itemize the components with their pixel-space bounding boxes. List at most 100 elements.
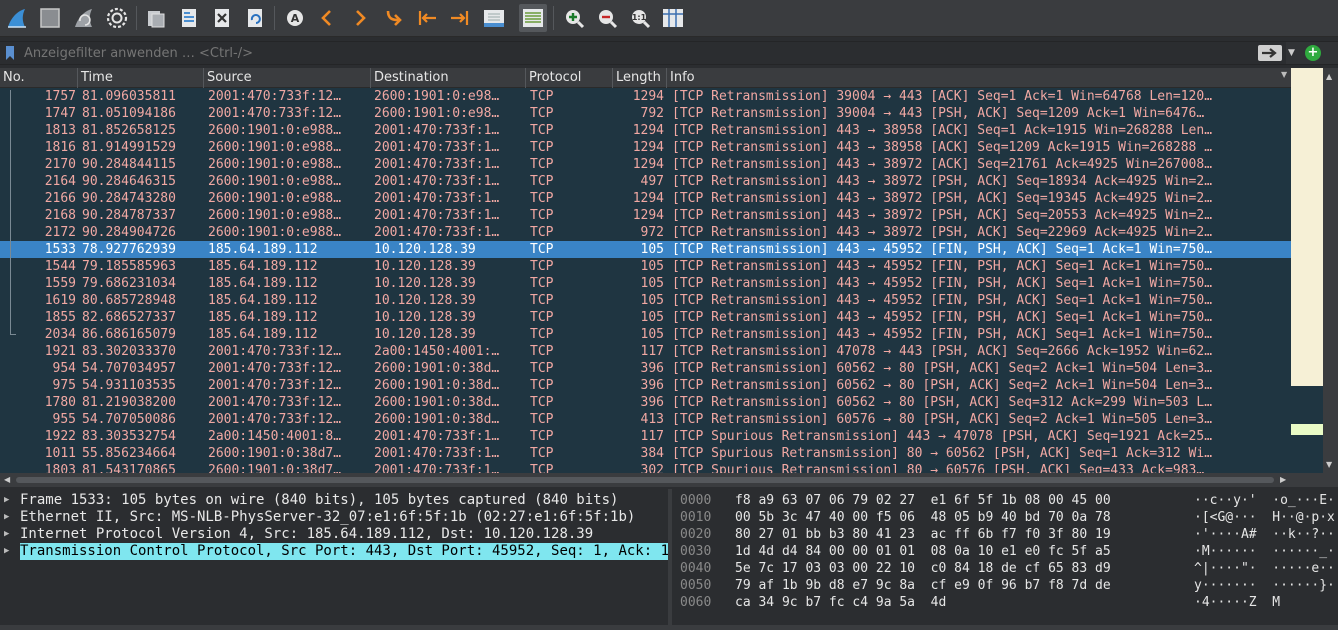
packet-length-cell: 105	[640, 293, 664, 308]
packet-row[interactable]: 2170 90.284844115 2600:1901:0:e988… 2001:47…	[0, 156, 1291, 173]
details-tree-item[interactable]: ▶ Internet Protocol Version 4, Src: 185.6…	[0, 526, 668, 543]
column-header-source[interactable]: Source	[204, 68, 371, 88]
packet-no-cell: 1813	[44, 123, 76, 138]
expand-arrow-icon[interactable]: ▶	[4, 509, 16, 526]
packet-time-cell: 90.284743280	[82, 191, 176, 206]
packet-row[interactable]: 1757 81.096035811 2001:470:733f:12… 2600:19…	[0, 88, 1291, 105]
packet-row[interactable]: 954 54.707034957 2001:470:733f:12… 2600:190…	[0, 360, 1291, 377]
restart-icon[interactable]	[70, 4, 98, 32]
scroll-up-icon[interactable]: ▲	[1326, 72, 1332, 81]
expand-arrow-icon[interactable]: ▶	[4, 526, 16, 543]
zoom-out-icon[interactable]	[593, 4, 621, 32]
stop-icon[interactable]	[36, 4, 64, 32]
packet-row[interactable]: 2166 90.284743280 2600:1901:0:e988… 2001:47…	[0, 190, 1291, 207]
packet-no-cell: 1922	[44, 429, 76, 444]
packet-row[interactable]: 2168 90.284787337 2600:1901:0:e988… 2001:47…	[0, 207, 1291, 224]
packet-row[interactable]: 1803 81.543170865 2600:1901:0:38d7… 2001:47…	[0, 462, 1291, 473]
packet-no-cell: 1559	[44, 276, 76, 291]
packet-source-cell: 2600:1901:0:38d7…	[208, 463, 342, 473]
packet-row[interactable]: 955 54.707050086 2001:470:733f:12… 2600:190…	[0, 411, 1291, 428]
packet-length-cell: 972	[640, 225, 664, 240]
packet-row[interactable]: 1816 81.914991529 2600:1901:0:e988… 2001:47…	[0, 139, 1291, 156]
colorize-icon[interactable]	[519, 4, 547, 32]
display-filter-input[interactable]	[0, 42, 1286, 64]
packet-row[interactable]: 1619 80.685728948 185.64.189.112 10.120.128…	[0, 292, 1291, 309]
apply-filter-button[interactable]	[1258, 45, 1282, 61]
find-icon[interactable]: A	[281, 4, 309, 32]
packet-row[interactable]: 1922 83.303532754 2a00:1450:4001:8… 2001:47…	[0, 428, 1291, 445]
open-folder-icon[interactable]	[142, 4, 170, 32]
resize-columns-icon[interactable]	[659, 4, 687, 32]
bytes-row[interactable]: 0050 79 af 1b 9b d8 e7 9c 8a cf e9 0f 96 …	[672, 577, 1338, 594]
close-file-icon[interactable]	[208, 4, 236, 32]
chevron-down-icon[interactable]: ▼	[1288, 46, 1300, 60]
column-header-no[interactable]: No.	[0, 68, 78, 88]
packet-time-cell: 80.685728948	[82, 293, 176, 308]
packet-length-cell: 117	[640, 429, 664, 444]
options-gear-icon[interactable]	[103, 4, 131, 32]
first-packet-icon[interactable]	[413, 4, 441, 32]
back-arrow-icon[interactable]	[313, 4, 341, 32]
horizontal-scrollbar[interactable]: ◀ ▶	[0, 473, 1338, 487]
packet-row[interactable]: 1559 79.686231034 185.64.189.112 10.120.128…	[0, 275, 1291, 292]
packet-row[interactable]: 2164 90.284646315 2600:1901:0:e988… 2001:47…	[0, 173, 1291, 190]
bytes-row[interactable]: 0060 ca 34 9c b7 fc c4 9a 5a 4d ·4·····Z M	[672, 594, 1338, 611]
column-header-destination[interactable]: Destination	[371, 68, 526, 88]
packet-row[interactable]: 1921 83.302033370 2001:470:733f:12… 2a00:14…	[0, 343, 1291, 360]
packet-protocol-cell: TCP	[530, 310, 554, 325]
packet-time-cell: 81.852658125	[82, 123, 176, 138]
expand-arrow-icon[interactable]: ▶	[4, 543, 16, 560]
reload-icon[interactable]	[241, 4, 269, 32]
expand-arrow-icon[interactable]: ▶	[4, 492, 16, 509]
details-tree-item[interactable]: ▶ Ethernet II, Src: MS-NLB-PhysServer-32_…	[0, 509, 668, 526]
bookmark-icon[interactable]	[6, 46, 14, 60]
packet-row[interactable]: 1533 78.927762939 185.64.189.112 10.120.128…	[0, 241, 1291, 258]
autoscroll-icon[interactable]	[480, 4, 508, 32]
packet-row[interactable]: 975 54.931103535 2001:470:733f:12… 2600:190…	[0, 377, 1291, 394]
packet-row[interactable]: 1780 81.219038200 2001:470:733f:12… 2600:19…	[0, 394, 1291, 411]
packet-minimap[interactable]	[1291, 68, 1323, 473]
last-packet-icon[interactable]	[446, 4, 474, 32]
add-filter-button[interactable]: +	[1305, 45, 1321, 61]
details-tree-item[interactable]: ▶ Frame 1533: 105 bytes on wire (840 bits…	[0, 492, 668, 509]
scroll-left-icon[interactable]: ◀	[4, 475, 10, 484]
shark-fin-start-icon[interactable]	[3, 4, 31, 32]
packet-row[interactable]: 1011 55.856234664 2600:1901:0:38d7… 2001:47…	[0, 445, 1291, 462]
scroll-right-icon[interactable]: ▶	[1280, 475, 1286, 484]
zoom-in-icon[interactable]	[560, 4, 588, 32]
details-tree-item[interactable]: ▶ Transmission Control Protocol, Src Port…	[0, 543, 668, 560]
column-header-protocol[interactable]: Protocol	[526, 68, 613, 88]
packet-row[interactable]: 1747 81.051094186 2001:470:733f:12… 2600:19…	[0, 105, 1291, 122]
bytes-horizontal-scrollbar[interactable]	[672, 625, 1338, 630]
packet-row[interactable]: 2172 90.284904726 2600:1901:0:e988… 2001:47…	[0, 224, 1291, 241]
packet-row[interactable]: 1855 82.686527337 185.64.189.112 10.120.128…	[0, 309, 1291, 326]
bytes-offset: 0010	[680, 510, 712, 525]
packet-row[interactable]: 1813 81.852658125 2600:1901:0:e988… 2001:47…	[0, 122, 1291, 139]
column-header-time[interactable]: Time	[78, 68, 204, 88]
bytes-row[interactable]: 0020 80 27 01 bb b3 80 41 23 ac ff 6b f7 …	[672, 526, 1338, 543]
scroll-down-icon[interactable]: ▼	[1326, 460, 1332, 469]
save-file-icon[interactable]	[175, 4, 203, 32]
vertical-scrollbar[interactable]: ▲ ▼	[1323, 68, 1338, 473]
packet-info-cell: [TCP Retransmission] 443 → 45952 [FIN, P…	[672, 327, 1213, 342]
packet-row[interactable]: 2034 86.686165079 185.64.189.112 10.120.128…	[0, 326, 1291, 343]
bytes-row[interactable]: 0000 f8 a9 63 07 06 79 02 27 e1 6f 5f 1b …	[672, 492, 1338, 509]
forward-arrow-icon[interactable]	[346, 4, 374, 32]
bytes-row[interactable]: 0030 1d 4d d4 84 00 00 01 01 08 0a 10 e1 …	[672, 543, 1338, 560]
sort-chevron-icon[interactable]: ▼	[1281, 70, 1287, 79]
packet-row[interactable]: 1544 79.185585963 185.64.189.112 10.120.128…	[0, 258, 1291, 275]
horizontal-scroll-thumb[interactable]	[16, 477, 1274, 483]
column-header-length[interactable]: Length	[613, 68, 667, 88]
bytes-row[interactable]: 0010 00 5b 3c 47 40 00 f5 06 48 05 b9 40 …	[672, 509, 1338, 526]
packet-protocol-cell: TCP	[530, 327, 554, 342]
packet-no-cell: 2164	[44, 174, 76, 189]
packet-protocol-cell: TCP	[530, 225, 554, 240]
goto-icon[interactable]	[380, 4, 408, 32]
packet-time-cell: 81.219038200	[82, 395, 176, 410]
bytes-hex: 1d 4d d4 84 00 00 01 01 08 0a 10 e1 e0 f…	[735, 544, 1111, 559]
packet-time-cell: 54.707050086	[82, 412, 176, 427]
column-header-info[interactable]: Info	[667, 68, 1291, 88]
details-horizontal-scrollbar[interactable]	[0, 625, 668, 630]
zoom-normal-icon[interactable]: 1:1	[626, 4, 654, 32]
bytes-row[interactable]: 0040 5e 7c 17 03 03 00 22 10 c0 84 18 de …	[672, 560, 1338, 577]
